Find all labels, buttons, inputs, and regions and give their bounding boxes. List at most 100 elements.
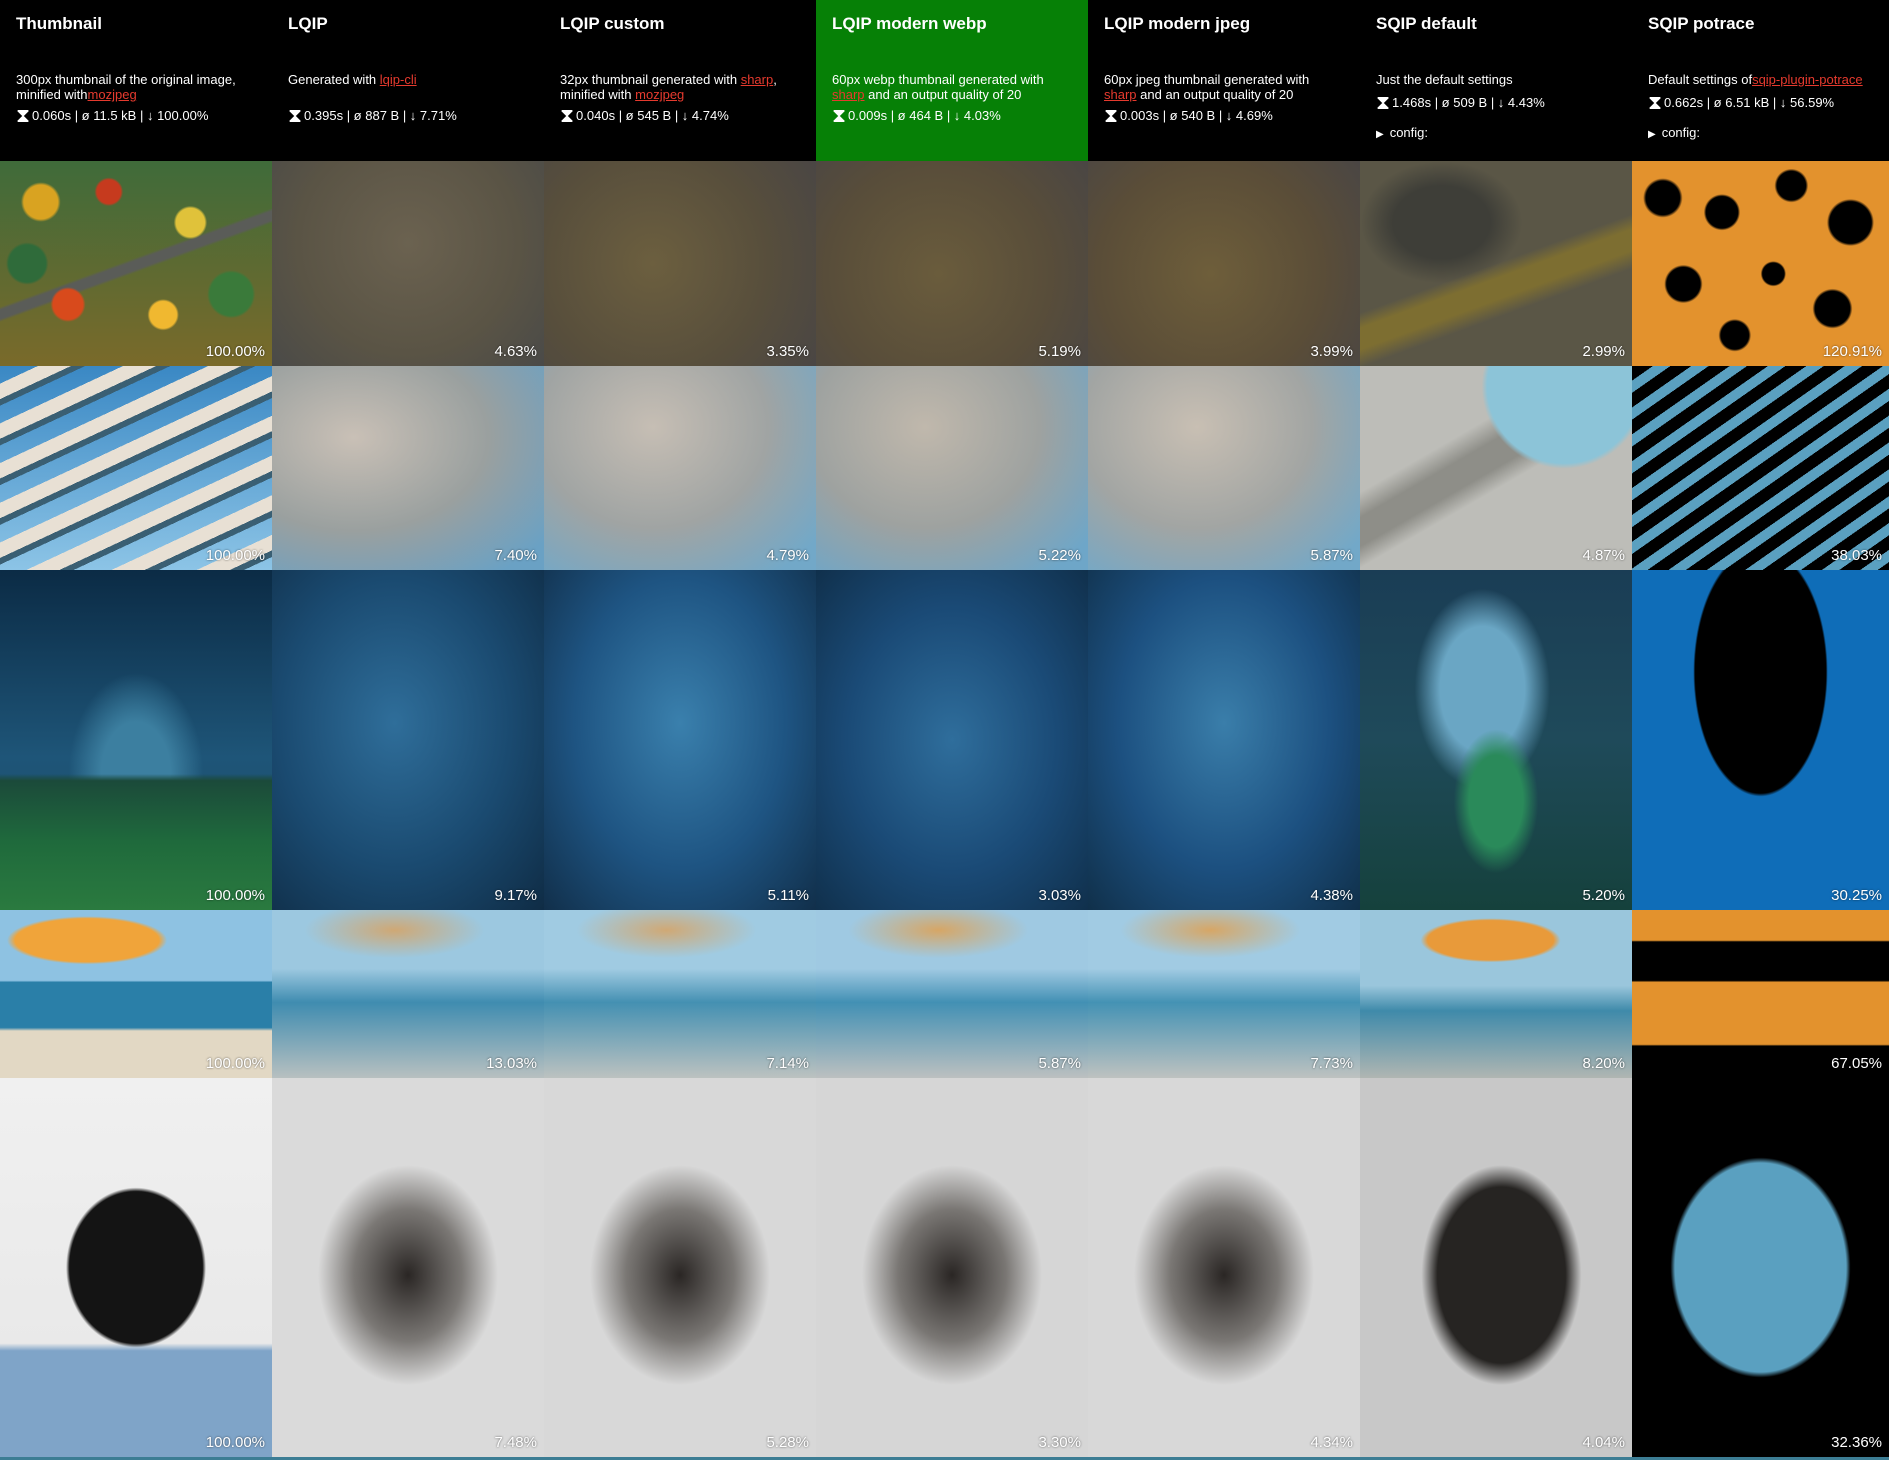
sqip-default-mountain: 5.20% (1360, 570, 1632, 910)
config-toggle[interactable]: ▶ config: (1648, 125, 1873, 140)
mozjpeg-link[interactable]: mozjpeg (635, 87, 684, 102)
lqip-pug: 7.48% (272, 1078, 544, 1457)
size-percentage: 100.00% (205, 1434, 265, 1451)
thumbnail-building: 100.00% (0, 366, 272, 570)
column-title: Thumbnail (16, 14, 102, 33)
header-lqip: LQIP Generated with lqip-cli ⧗ 0.395s | ø… (272, 0, 544, 161)
lqip-webp-building: 5.22% (816, 366, 1088, 570)
size-percentage: 5.87% (1038, 1055, 1081, 1072)
size-percentage: 13.03% (486, 1055, 537, 1072)
column-description: 60px jpeg thumbnail generated with sharp… (1104, 72, 1310, 102)
sqip-potrace-mountain: 30.25% (1632, 570, 1889, 910)
column-stats: ⧗ 0.662s | ø 6.51 kB | ↓ 56.59% (1648, 92, 1835, 114)
hourglass-icon: ⧗ (1376, 92, 1391, 114)
size-percentage: 100.00% (205, 547, 265, 564)
header-lqip-custom: LQIP custom 32px thumbnail generated wit… (544, 0, 816, 161)
mozjpeg-link[interactable]: mozjpeg (88, 87, 137, 102)
hourglass-icon: ⧗ (1104, 105, 1119, 127)
size-percentage: 5.87% (1310, 547, 1353, 564)
size-percentage: 7.48% (494, 1434, 537, 1451)
lqip-custom-forest: 3.35% (544, 161, 816, 366)
size-percentage: 5.22% (1038, 547, 1081, 564)
hourglass-icon: ⧗ (832, 105, 847, 127)
size-percentage: 3.35% (766, 343, 809, 360)
size-percentage: 3.03% (1038, 887, 1081, 904)
lqip-webp-beach: 5.87% (816, 910, 1088, 1078)
thumbnail-beach: 100.00% (0, 910, 272, 1078)
lqip-custom-pug: 5.28% (544, 1078, 816, 1457)
size-percentage: 100.00% (205, 343, 265, 360)
sqip-default-building: 4.87% (1360, 366, 1632, 570)
hourglass-icon: ⧗ (288, 105, 303, 127)
sqip-potrace-beach: 67.05% (1632, 910, 1889, 1078)
sqip-default-pug: 4.04% (1360, 1078, 1632, 1457)
size-percentage: 5.11% (767, 887, 809, 904)
size-percentage: 7.73% (1310, 1055, 1353, 1072)
size-percentage: 4.63% (494, 343, 537, 360)
size-percentage: 67.05% (1831, 1055, 1882, 1072)
lqip-jpeg-forest: 3.99% (1088, 161, 1360, 366)
column-title: LQIP custom (560, 14, 665, 33)
column-title: SQIP default (1376, 14, 1477, 33)
size-percentage: 4.79% (766, 547, 809, 564)
size-percentage: 38.03% (1831, 547, 1882, 564)
sharp-link[interactable]: sharp (741, 72, 774, 87)
column-title: SQIP potrace (1648, 14, 1755, 33)
size-percentage: 100.00% (205, 1055, 265, 1072)
lqip-jpeg-pug: 4.34% (1088, 1078, 1360, 1457)
column-description: Generated with lqip-cli (288, 72, 417, 87)
column-description: 60px webp thumbnail generated with sharp… (832, 72, 1044, 102)
lqip-custom-building: 4.79% (544, 366, 816, 570)
column-description: 32px thumbnail generated with sharp, min… (560, 72, 777, 102)
column-stats: ⧗ 0.395s | ø 887 B | ↓ 7.71% (288, 105, 457, 127)
size-percentage: 4.04% (1582, 1434, 1625, 1451)
lqip-mountain: 9.17% (272, 570, 544, 910)
size-percentage: 120.91% (1822, 343, 1882, 360)
lqip-custom-beach: 7.14% (544, 910, 816, 1078)
column-stats: ⧗ 0.040s | ø 545 B | ↓ 4.74% (560, 105, 729, 127)
size-percentage: 7.14% (766, 1055, 809, 1072)
hourglass-icon: ⧗ (16, 105, 31, 127)
column-title: LQIP (288, 14, 328, 33)
sqip-default-forest: 2.99% (1360, 161, 1632, 366)
lqip-webp-forest: 5.19% (816, 161, 1088, 366)
thumbnail-pug: 100.00% (0, 1078, 272, 1457)
sharp-link[interactable]: sharp (832, 87, 865, 102)
header-thumbnail: Thumbnail 300px thumbnail of the origina… (0, 0, 272, 161)
lqip-building: 7.40% (272, 366, 544, 570)
lqip-webp-mountain: 3.03% (816, 570, 1088, 910)
thumbnail-forest: 100.00% (0, 161, 272, 366)
size-percentage: 3.99% (1310, 343, 1353, 360)
column-stats: ⧗ 0.060s | ø 11.5 kB | ↓ 100.00% (16, 105, 209, 127)
config-toggle[interactable]: ▶ config: (1376, 125, 1616, 140)
lqip-custom-mountain: 5.11% (544, 570, 816, 910)
sqip-potrace-forest: 120.91% (1632, 161, 1889, 366)
size-percentage: 5.20% (1582, 887, 1625, 904)
sqip-potrace-building: 38.03% (1632, 366, 1889, 570)
size-percentage: 32.36% (1831, 1434, 1882, 1451)
lqip-jpeg-mountain: 4.38% (1088, 570, 1360, 910)
sqip-plugin-potrace-link[interactable]: sqip-plugin-potrace (1752, 72, 1863, 87)
size-percentage: 4.87% (1582, 547, 1625, 564)
size-percentage: 8.20% (1582, 1055, 1625, 1072)
hourglass-icon: ⧗ (560, 105, 575, 127)
size-percentage: 4.38% (1310, 887, 1353, 904)
triangle-right-icon: ▶ (1648, 129, 1656, 140)
column-description: 300px thumbnail of the original image, m… (16, 72, 236, 102)
sharp-link[interactable]: sharp (1104, 87, 1137, 102)
lqip-cli-link[interactable]: lqip-cli (380, 72, 417, 87)
thumbnail-mountain: 100.00% (0, 570, 272, 910)
size-percentage: 2.99% (1582, 343, 1625, 360)
size-percentage: 3.30% (1038, 1434, 1081, 1451)
column-stats: ⧗ 0.009s | ø 464 B | ↓ 4.03% (832, 105, 1001, 127)
column-stats: ⧗ 1.468s | ø 509 B | ↓ 4.43% (1376, 92, 1545, 114)
sqip-potrace-pug: 32.36% (1632, 1078, 1889, 1457)
lqip-forest: 4.63% (272, 161, 544, 366)
sqip-default-beach: 8.20% (1360, 910, 1632, 1078)
size-percentage: 9.17% (494, 887, 537, 904)
column-stats: ⧗ 0.003s | ø 540 B | ↓ 4.69% (1104, 105, 1273, 127)
column-title: LQIP modern webp (832, 14, 987, 33)
size-percentage: 4.34% (1310, 1434, 1353, 1451)
header-sqip-default: SQIP default Just the default settings ⧗… (1360, 0, 1632, 161)
column-description: Just the default settings (1376, 72, 1513, 87)
